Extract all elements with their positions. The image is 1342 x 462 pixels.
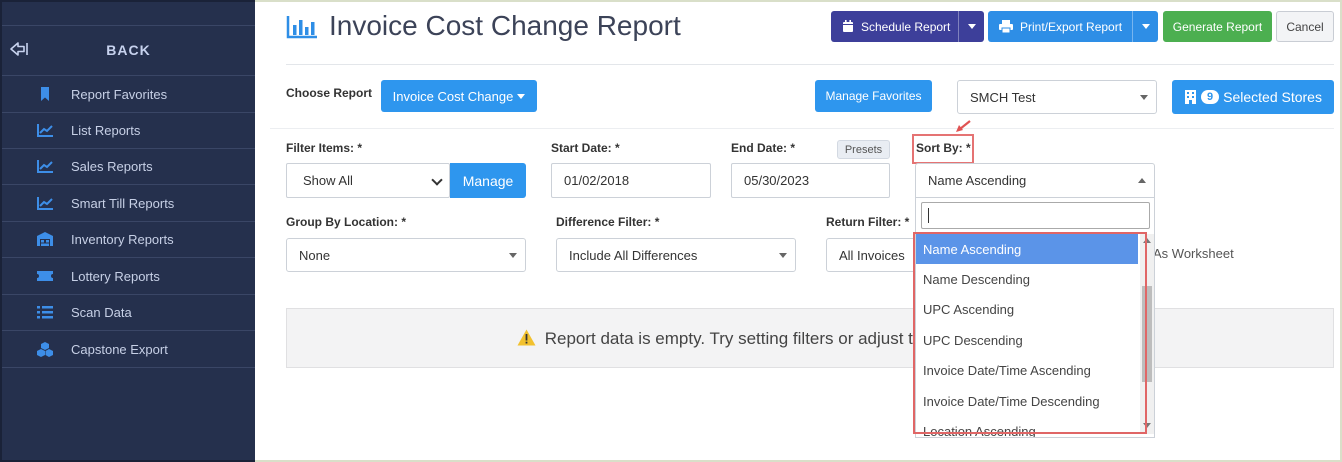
return-filter-select[interactable]: All Invoices [826,238,926,272]
selected-report-label: Invoice Cost Change [392,88,514,104]
presets-button[interactable]: Presets [837,140,890,159]
header-divider [286,64,1334,65]
return-filter-value: All Invoices [839,247,905,263]
end-date-label: End Date: * [731,141,796,155]
text-cursor [928,208,929,223]
empty-message: Report data is empty. Try setting filter… [517,329,913,349]
schedule-dropdown-toggle[interactable] [958,11,984,42]
start-date-input[interactable]: 01/02/2018 [551,163,711,198]
sidebar-item-label: Smart Till Reports [71,196,175,211]
return-filter-label: Return Filter: * [826,215,910,229]
building-icon [1185,90,1196,104]
chevron-up-icon [1138,178,1146,183]
calendar-icon [843,20,853,32]
cubes-icon [37,342,53,357]
group-by-location-select[interactable]: None [286,238,526,272]
sidebar-item-label: Scan Data [71,305,132,320]
choose-report-label: Choose Report [286,86,373,100]
bookmark-icon [41,87,49,101]
sort-search-input[interactable] [921,202,1150,229]
sidebar-item-capstone-export[interactable]: Capstone Export [2,331,255,368]
cancel-button[interactable]: Cancel [1276,11,1334,42]
sidebar-item-label: Capstone Export [71,342,168,357]
print-export-button[interactable]: Print/Export Report [988,11,1158,42]
chevron-down-icon [1140,95,1148,100]
list-icon [37,306,53,319]
filter-items-select[interactable]: Show All [286,163,450,198]
trend-chart-icon [37,160,53,173]
sidebar: BACK Report Favorites List Reports Sales… [0,0,255,462]
chevron-down-icon [779,253,787,258]
back-label: BACK [106,42,151,58]
choose-report-dropdown[interactable]: Invoice Cost Change [381,80,537,112]
sort-by-select[interactable]: Name Ascending [915,163,1155,198]
worksheet-option-label: As Worksheet [1153,246,1234,261]
sidebar-item-label: Report Favorites [71,87,168,102]
sidebar-item-scan-data[interactable]: Scan Data [2,294,255,331]
row-divider [270,128,1334,129]
main-panel [255,0,1342,462]
start-date-label: Start Date: * [551,141,620,155]
selected-stores-button[interactable]: 9 Selected Stores [1172,80,1334,114]
options-highlight [913,232,1147,434]
annotation-arrow-icon [956,120,971,132]
schedule-report-button[interactable]: Schedule Report [831,11,984,42]
sort-by-value: Name Ascending [928,173,1027,188]
printer-icon [999,20,1013,33]
trend-chart-icon [37,124,53,137]
sort-by-highlight [912,134,974,164]
difference-filter-select[interactable]: Include All Differences [556,238,796,272]
empty-message-text: Report data is empty. Try setting filter… [544,329,913,348]
sidebar-item-list-reports[interactable]: List Reports [2,112,255,149]
store-group-value: SMCH Test [970,89,1036,105]
trend-chart-icon [37,197,53,210]
group-by-location-value: None [299,247,331,263]
chevron-down-icon [967,24,976,29]
selected-stores-label: Selected Stores [1223,89,1322,105]
stores-count-badge: 9 [1201,90,1220,104]
empty-report-panel: Report data is empty. Try setting filter… [286,308,1334,368]
end-date-input[interactable]: 05/30/2023 [731,163,890,198]
warehouse-icon [37,232,53,246]
sidebar-item-sales-reports[interactable]: Sales Reports [2,148,255,185]
sidebar-item-smart-till-reports[interactable]: Smart Till Reports [2,185,255,222]
ticket-icon [37,271,53,281]
difference-filter-value: Include All Differences [569,247,698,263]
filter-items-value: Show All [303,173,353,188]
back-button[interactable]: BACK [2,26,255,76]
chevron-down-icon [517,93,526,99]
difference-filter-label: Difference Filter: * [556,215,660,229]
print-dropdown-toggle[interactable] [1132,11,1158,42]
group-by-location-label: Group By Location: * [286,215,406,229]
schedule-report-label: Schedule Report [861,19,951,34]
sidebar-item-label: Lottery Reports [71,269,160,284]
store-group-select[interactable]: SMCH Test [957,80,1157,114]
chevron-down-icon [1141,24,1150,29]
sidebar-top [2,2,255,26]
generate-report-button[interactable]: Generate Report [1163,11,1272,42]
sidebar-item-report-favorites[interactable]: Report Favorites [2,76,255,113]
sidebar-item-label: Inventory Reports [71,232,174,247]
filter-items-label: Filter Items: * [286,141,363,155]
page-title: Invoice Cost Change Report [329,10,681,41]
manage-favorites-button[interactable]: Manage Favorites [815,80,932,112]
chevron-down-icon [431,174,443,186]
print-export-label: Print/Export Report [1020,19,1123,34]
sidebar-item-inventory-reports[interactable]: Inventory Reports [2,221,255,258]
bar-chart-icon [286,16,317,39]
chevron-down-icon [509,253,517,258]
sidebar-item-lottery-reports[interactable]: Lottery Reports [2,258,255,295]
sidebar-item-label: List Reports [71,123,141,138]
manage-button[interactable]: Manage [450,163,526,198]
sidebar-item-label: Sales Reports [71,159,153,174]
warning-icon [517,329,536,346]
